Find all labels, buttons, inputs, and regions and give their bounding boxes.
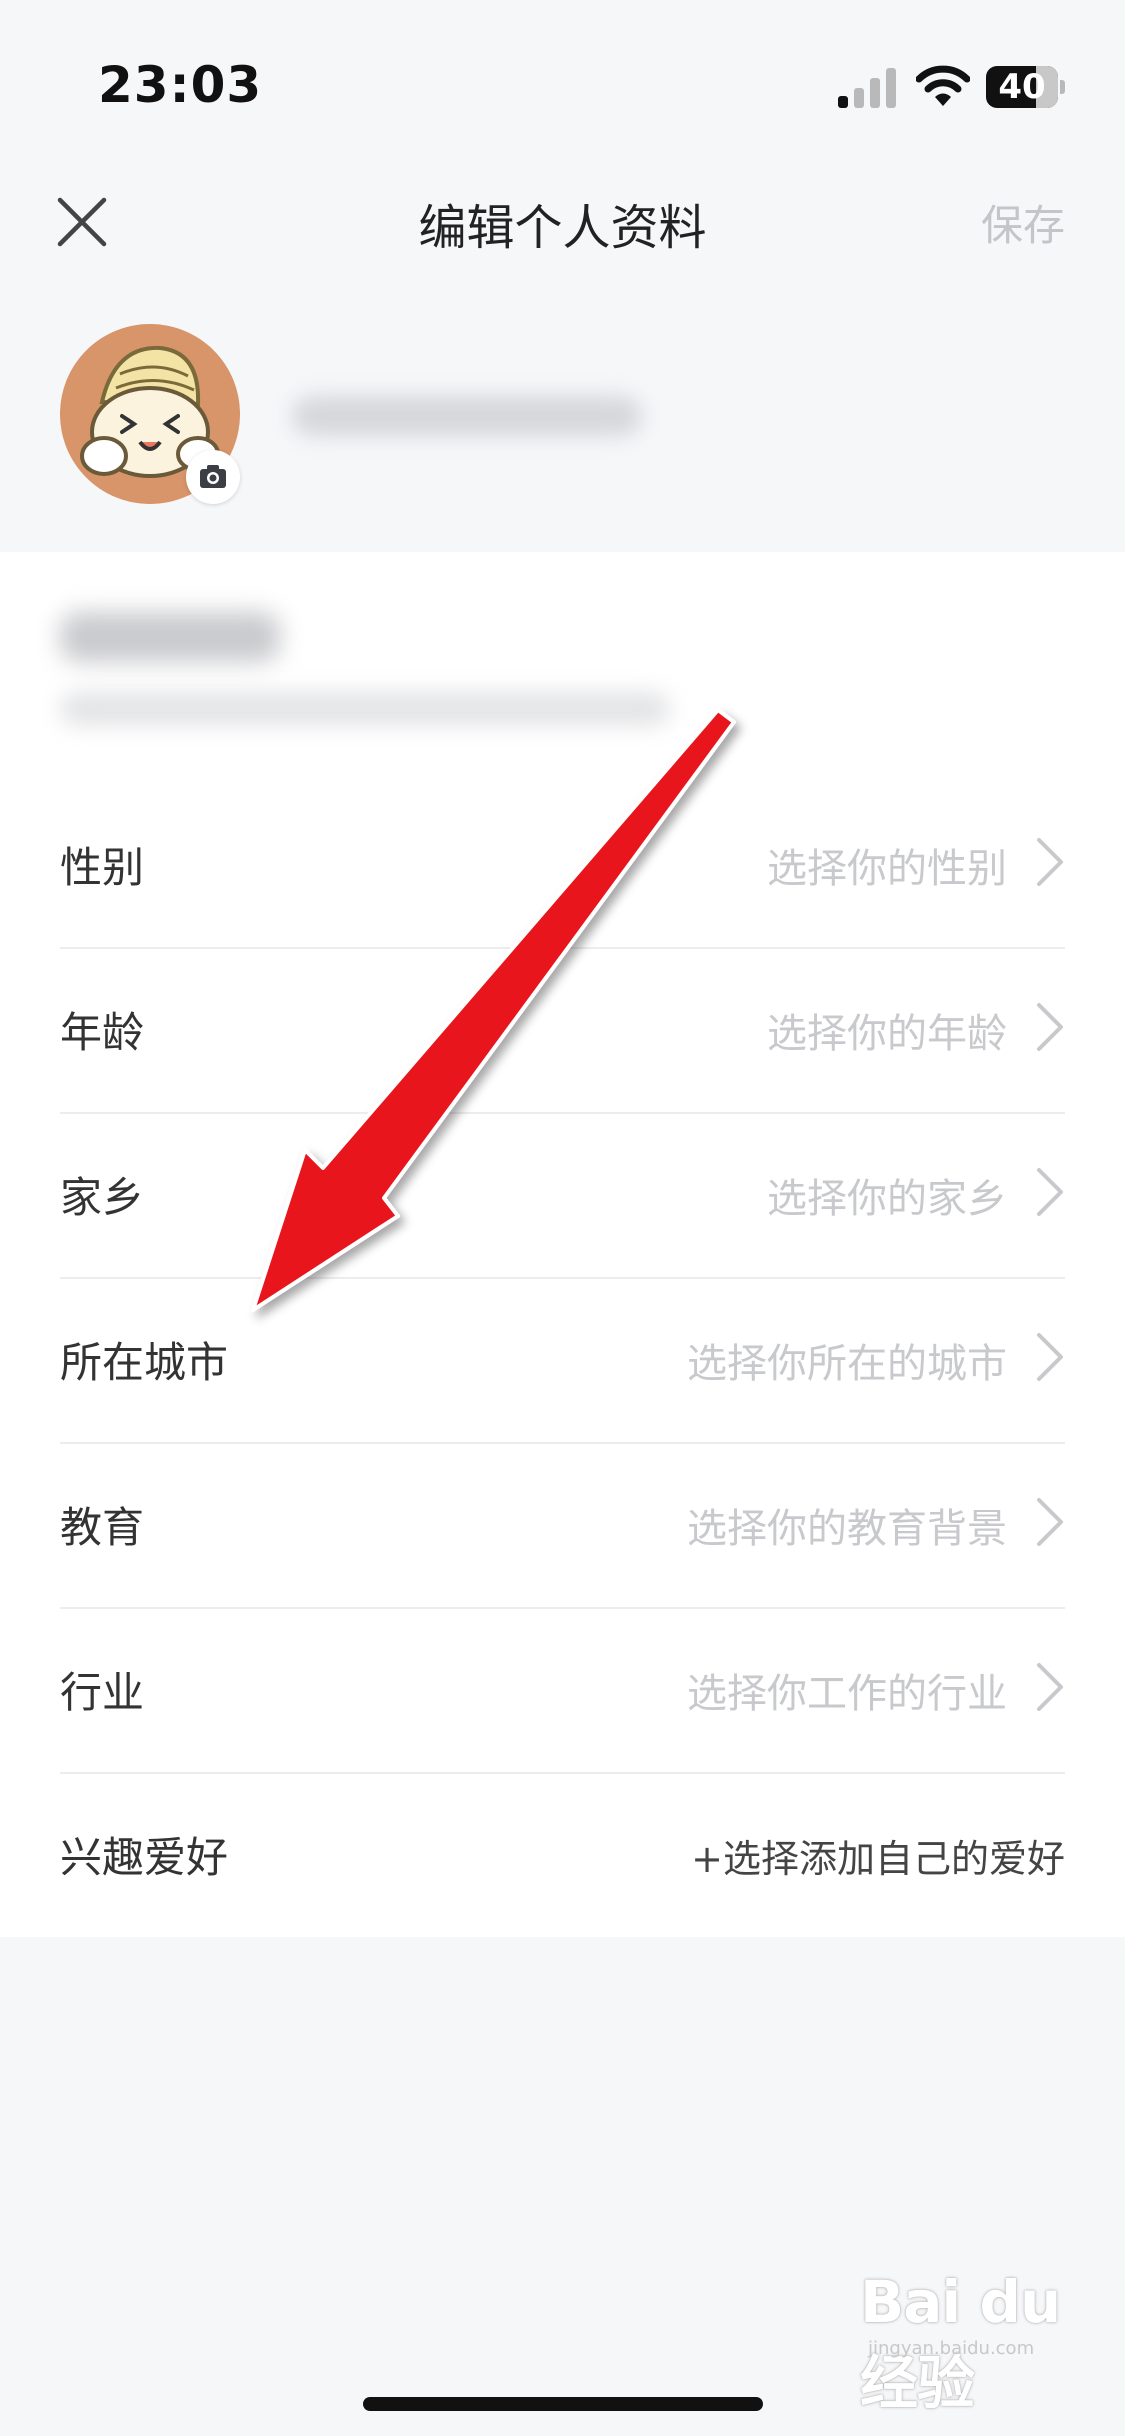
field-row-gender[interactable]: 性别 选择你的性别: [60, 782, 1065, 949]
field-placeholder: 选择你的教育背景: [687, 1506, 1007, 1552]
field-row-city[interactable]: 所在城市 选择你所在的城市: [60, 1277, 1065, 1444]
field-row-education[interactable]: 教育 选择你的教育背景: [60, 1442, 1065, 1609]
wifi-icon: [916, 65, 970, 106]
field-placeholder: 选择你工作的行业: [687, 1671, 1007, 1717]
field-row-age[interactable]: 年龄 选择你的年龄: [60, 947, 1065, 1114]
field-label: 性别: [60, 843, 145, 892]
intro-text-redacted[interactable]: [60, 692, 670, 726]
change-avatar-button[interactable]: [186, 450, 240, 504]
chevron-right-icon: [1037, 1663, 1063, 1711]
profile-header: [0, 300, 1125, 552]
field-placeholder: 选择你所在的城市: [687, 1341, 1007, 1387]
field-placeholder: 选择你的家乡: [767, 1176, 1007, 1222]
field-label: 兴趣爱好: [60, 1833, 229, 1882]
watermark-url: jingyan.baidu.com: [868, 2338, 1035, 2359]
field-placeholder: 选择你的性别: [767, 846, 1007, 892]
chevron-right-icon: [1037, 838, 1063, 886]
page-title: 编辑个人资料: [418, 200, 707, 256]
profile-form: 性别 选择你的性别 年龄 选择你的年龄 家乡 选择你的家乡 所在城市 选择你所在…: [0, 552, 1125, 1937]
home-indicator[interactable]: [363, 2397, 763, 2411]
add-interests-link[interactable]: +选择添加自己的爱好: [691, 1828, 1065, 1883]
field-label: 教育: [60, 1503, 145, 1552]
field-label: 所在城市: [60, 1338, 229, 1387]
chevron-right-icon: [1037, 1168, 1063, 1216]
save-button[interactable]: 保存: [981, 192, 1065, 253]
battery-icon: 40: [986, 66, 1066, 108]
camera-icon: [200, 465, 226, 488]
chevron-right-icon: [1037, 1003, 1063, 1051]
field-label: 年龄: [60, 1008, 145, 1057]
watermark: Bai du 经验 jingyan.baidu.com: [860, 2268, 1100, 2417]
intro-title-redacted: [60, 612, 280, 662]
field-placeholder: 选择你的年龄: [767, 1011, 1007, 1057]
field-row-industry[interactable]: 行业 选择你工作的行业: [60, 1607, 1065, 1774]
battery-level: 40: [998, 67, 1046, 107]
status-time: 23:03: [98, 56, 263, 114]
chevron-right-icon: [1037, 1498, 1063, 1546]
username-redacted[interactable]: [292, 396, 642, 436]
field-row-hometown[interactable]: 家乡 选择你的家乡: [60, 1112, 1065, 1279]
field-label: 家乡: [60, 1173, 145, 1222]
nav-bar: 编辑个人资料 保存: [0, 150, 1125, 280]
chevron-right-icon: [1037, 1333, 1063, 1381]
field-row-interests[interactable]: 兴趣爱好 +选择添加自己的爱好: [60, 1772, 1065, 1937]
field-label: 行业: [60, 1668, 145, 1717]
signal-icon: [838, 66, 898, 108]
status-bar: 23:03 40: [0, 0, 1125, 150]
